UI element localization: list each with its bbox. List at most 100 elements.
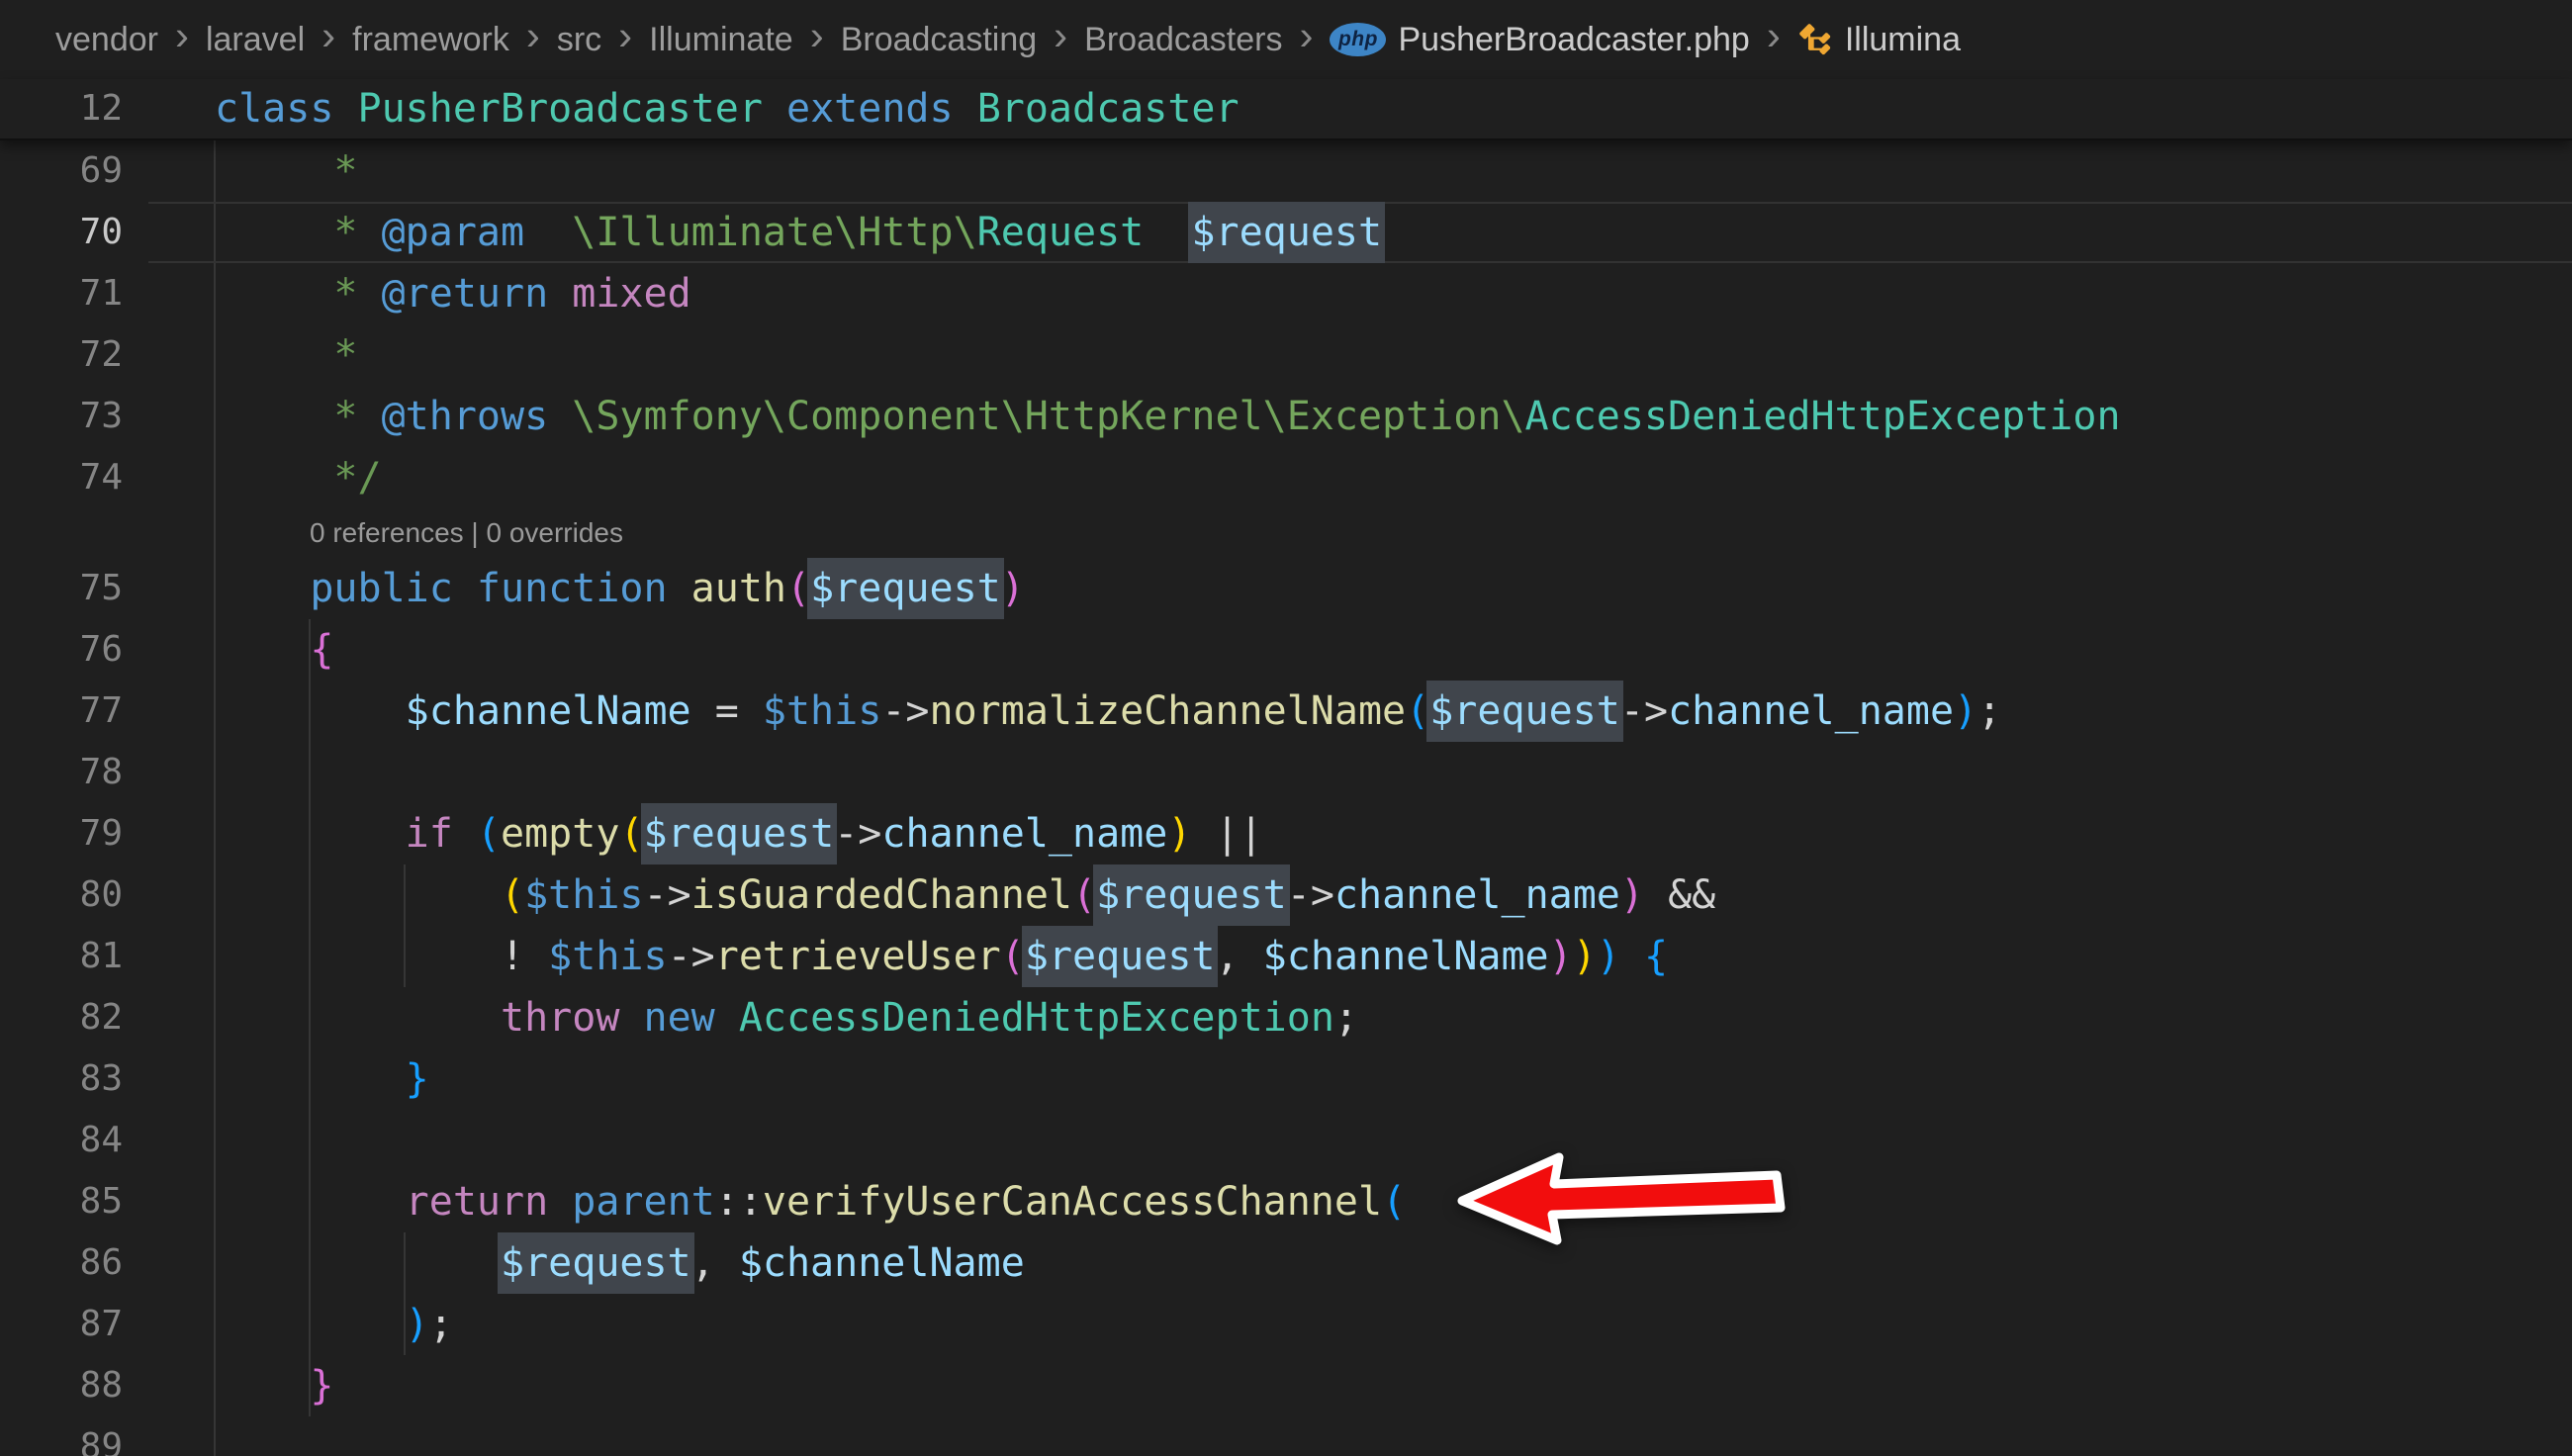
code-token[interactable]: ): [1620, 872, 1644, 918]
code-token[interactable]: [548, 271, 572, 317]
code-token[interactable]: [215, 1056, 406, 1102]
code-token[interactable]: {: [310, 627, 333, 673]
code-token[interactable]: ): [1549, 934, 1573, 979]
code-token[interactable]: &&: [1644, 872, 1715, 918]
code-token[interactable]: isGuardedChannel: [691, 872, 1072, 918]
code-token[interactable]: [619, 995, 643, 1041]
code-line-70[interactable]: 70 * @param \Illuminate\Http\Request $re…: [0, 202, 2572, 263]
code-token[interactable]: ): [1001, 566, 1025, 611]
code-token[interactable]: [453, 811, 477, 857]
code-token[interactable]: throw: [501, 995, 619, 1041]
code-token[interactable]: ,: [691, 1240, 739, 1286]
code-line-89[interactable]: 89: [0, 1416, 2572, 1456]
code-token[interactable]: ): [1167, 811, 1191, 857]
code-token[interactable]: ): [1597, 934, 1620, 979]
code-token[interactable]: */: [215, 455, 382, 500]
code-token[interactable]: [215, 627, 310, 673]
code-token[interactable]: mixed: [572, 271, 690, 317]
code-token[interactable]: ->: [668, 934, 715, 979]
code-line-87[interactable]: 87 );: [0, 1294, 2572, 1355]
breadcrumb-item-framework[interactable]: framework: [352, 21, 509, 59]
code-token[interactable]: @throws: [382, 394, 549, 439]
code-token[interactable]: $request: [641, 803, 838, 864]
line-number[interactable]: 78: [0, 742, 123, 803]
code-token[interactable]: *: [215, 148, 358, 194]
code-token[interactable]: (: [477, 811, 501, 857]
line-number[interactable]: 79: [0, 803, 123, 864]
code-token[interactable]: normalizeChannelName: [929, 688, 1406, 734]
breadcrumb-item-pusherbroadcaster-php[interactable]: php PusherBroadcaster.php: [1330, 21, 1749, 59]
code-line-78[interactable]: 78: [0, 742, 2572, 803]
code-token[interactable]: ): [1573, 934, 1597, 979]
code-token[interactable]: [548, 394, 572, 439]
line-number[interactable]: 86: [0, 1232, 123, 1294]
codelens-references[interactable]: 0 references | 0 overrides: [0, 508, 2572, 558]
code-token[interactable]: [215, 995, 501, 1041]
code-token[interactable]: ->: [1620, 688, 1668, 734]
code-token[interactable]: ;: [1334, 995, 1358, 1041]
code-token[interactable]: [215, 872, 501, 918]
code-line-71[interactable]: 71 * @return mixed: [0, 263, 2572, 324]
line-number[interactable]: 87: [0, 1294, 123, 1355]
code-token[interactable]: $request: [1093, 864, 1290, 926]
code-token[interactable]: [548, 1179, 572, 1225]
breadcrumb-item-src[interactable]: src: [557, 21, 601, 59]
code-token[interactable]: \Illuminate\Http\: [572, 210, 976, 255]
breadcrumb-item-illuminate[interactable]: Illuminate: [649, 21, 793, 59]
code-token[interactable]: channel_name: [881, 811, 1167, 857]
line-number[interactable]: 77: [0, 681, 123, 742]
code-token[interactable]: [215, 688, 406, 734]
code-token[interactable]: [215, 1363, 310, 1409]
code-line-72[interactable]: 72 *: [0, 324, 2572, 386]
sticky-scroll-header[interactable]: 12 class PusherBroadcaster extends Broad…: [0, 79, 2572, 140]
code-token[interactable]: function: [477, 566, 668, 611]
code-token[interactable]: ;: [429, 1302, 453, 1347]
line-number[interactable]: 89: [0, 1416, 123, 1456]
code-token[interactable]: \Symfony\Component\HttpKernel\Exception\: [572, 394, 1524, 439]
code-token[interactable]: [215, 566, 310, 611]
code-line-86[interactable]: 86 $request, $channelName: [0, 1232, 2572, 1294]
line-number[interactable]: 76: [0, 619, 123, 681]
code-token[interactable]: channel_name: [1334, 872, 1620, 918]
line-number[interactable]: 83: [0, 1048, 123, 1110]
code-token[interactable]: [453, 566, 477, 611]
code-token[interactable]: auth: [691, 566, 786, 611]
code-token[interactable]: new: [644, 995, 715, 1041]
code-token[interactable]: class: [215, 86, 333, 132]
line-number[interactable]: 69: [0, 140, 123, 202]
line-number[interactable]: 81: [0, 926, 123, 987]
code-token[interactable]: $channelName: [739, 1240, 1025, 1286]
code-token[interactable]: [215, 1302, 406, 1347]
code-token[interactable]: $request: [1188, 202, 1385, 263]
code-token[interactable]: $request: [807, 558, 1004, 619]
code-token[interactable]: (: [619, 811, 643, 857]
code-token[interactable]: [763, 86, 786, 132]
code-token[interactable]: return: [406, 1179, 549, 1225]
code-token[interactable]: [1620, 934, 1644, 979]
code-token[interactable]: retrieveUser: [715, 934, 1001, 979]
code-token[interactable]: if: [406, 811, 453, 857]
code-line-76[interactable]: 76 {: [0, 619, 2572, 681]
code-token[interactable]: [215, 1240, 501, 1286]
code-token[interactable]: *: [215, 271, 382, 317]
code-token[interactable]: ->: [834, 811, 881, 857]
code-token[interactable]: [668, 566, 691, 611]
line-number[interactable]: 73: [0, 386, 123, 447]
code-token[interactable]: ||: [1191, 811, 1262, 857]
code-line-73[interactable]: 73 * @throws \Symfony\Component\HttpKern…: [0, 386, 2572, 447]
code-token[interactable]: $this: [548, 934, 667, 979]
code-line-83[interactable]: 83 }: [0, 1048, 2572, 1110]
code-line-77[interactable]: 77 $channelName = $this->normalizeChanne…: [0, 681, 2572, 742]
line-number[interactable]: 74: [0, 447, 123, 508]
code-token[interactable]: ,: [1215, 934, 1262, 979]
code-token[interactable]: parent: [572, 1179, 715, 1225]
code-line-85[interactable]: 85 return parent::verifyUserCanAccessCha…: [0, 1171, 2572, 1232]
breadcrumb-item-vendor[interactable]: vendor: [55, 21, 158, 59]
breadcrumb-item-laravel[interactable]: laravel: [206, 21, 305, 59]
line-number[interactable]: 84: [0, 1110, 123, 1171]
code-token[interactable]: ;: [1977, 688, 2001, 734]
code-token[interactable]: ->: [1287, 872, 1334, 918]
code-token[interactable]: ->: [644, 872, 691, 918]
code-line-88[interactable]: 88 }: [0, 1355, 2572, 1416]
code-token[interactable]: $this: [524, 872, 643, 918]
